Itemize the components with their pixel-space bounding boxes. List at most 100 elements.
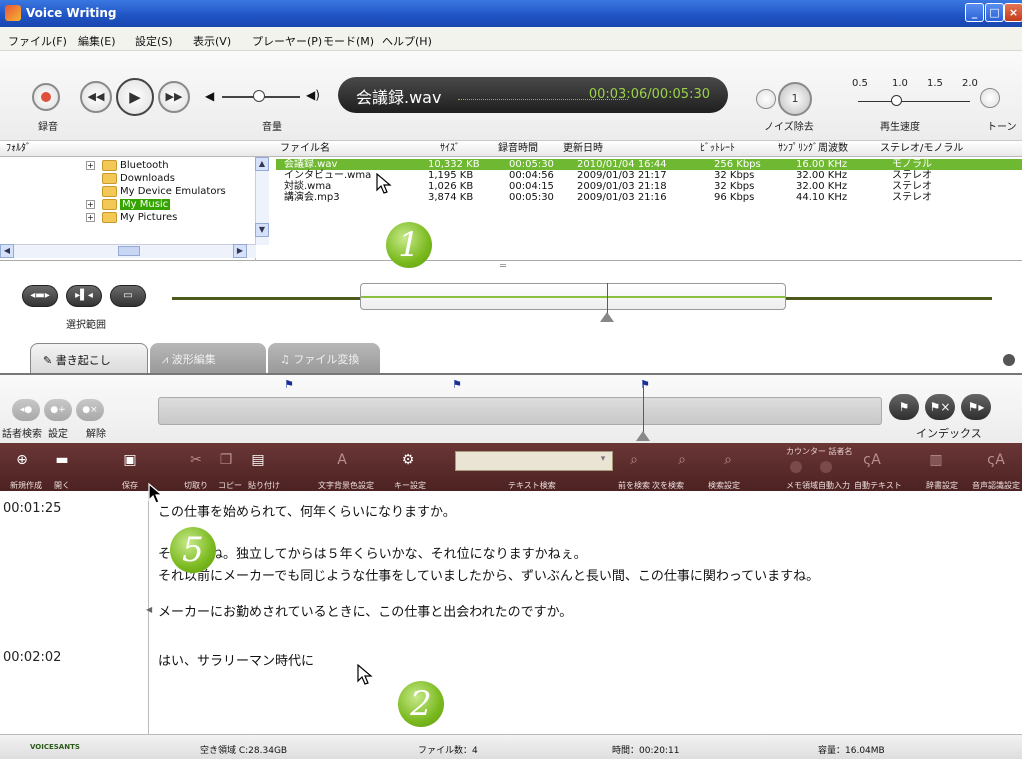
text-line[interactable]: はい、サラリーマン時代に [158, 650, 314, 669]
highlight-color-icon[interactable]: A [332, 451, 352, 469]
text-search-input[interactable]: ▾ [455, 451, 613, 471]
open-folder-icon[interactable]: ▬ [52, 451, 72, 469]
minimize-button[interactable]: _ [965, 3, 984, 22]
search-settings-icon[interactable]: ⌕ [718, 451, 738, 469]
close-button[interactable]: × [1004, 3, 1022, 22]
col-filename[interactable]: ファイル名 [280, 141, 330, 157]
tone-button[interactable] [980, 88, 1000, 108]
folder-downloads[interactable]: Downloads [98, 172, 175, 185]
range-panel: ═ ◂▬▸ ▸▌◂ ▭ 選択範囲 [0, 261, 1022, 341]
expand-icon[interactable]: + [86, 161, 95, 170]
speaker-search-button[interactable]: ◂● [12, 399, 40, 421]
search-prev-icon[interactable]: ⌕ [624, 451, 644, 469]
index-add-button[interactable]: ⚑ [889, 394, 919, 420]
col-length[interactable]: 録音時間 [498, 141, 538, 157]
index-flag-icon[interactable]: ⚑ [284, 378, 294, 391]
menu-mode[interactable]: モード(M) [323, 33, 374, 49]
voice-recognition-icon[interactable]: ςA [986, 451, 1006, 469]
search-next-icon[interactable]: ⌕ [672, 451, 692, 469]
folder-my-music[interactable]: My Music [98, 198, 171, 211]
range-window[interactable] [360, 283, 786, 310]
transcription-editor[interactable]: 00:01:25 00:02:02 この仕事を始められて、何年くらいになりますか… [0, 491, 1022, 734]
tab-transcription[interactable]: ✎ 書き起こし [30, 343, 148, 373]
record-button[interactable] [32, 83, 60, 111]
folder-my-pictures[interactable]: My Pictures [98, 211, 177, 224]
menu-edit[interactable]: 編集(E) [78, 33, 116, 49]
speed-slider-thumb[interactable] [891, 95, 902, 106]
scroll-down-icon[interactable]: ▼ [255, 223, 269, 237]
cut-icon[interactable]: ✂ [186, 451, 206, 469]
col-size[interactable]: ｻｲｽﾞ [440, 141, 460, 157]
file-name: 講演会.mp3 [284, 192, 340, 203]
copy-icon[interactable]: ❐ [216, 451, 236, 469]
speaker-set-button[interactable]: ●+ [44, 399, 72, 421]
text-line[interactable]: この仕事を始められて、何年くらいになりますか。 [158, 501, 456, 520]
speed-tick-0-5: 0.5 [852, 78, 868, 89]
scroll-left-icon[interactable]: ◀ [0, 244, 14, 258]
scroll-right-icon[interactable]: ▶ [233, 244, 247, 258]
noise-off-button[interactable] [756, 89, 776, 109]
expand-icon[interactable]: + [86, 213, 95, 222]
play-button[interactable]: ▶ [116, 78, 154, 116]
fast-forward-button[interactable]: ▶▶ [158, 81, 190, 113]
range-mark-button[interactable]: ▸▌◂ [66, 285, 102, 307]
folder-tree-hscroll[interactable]: ◀ ▶ [0, 244, 256, 258]
key-settings-icon[interactable]: ⚙ [398, 451, 418, 469]
col-frequency[interactable]: ｻﾝﾌﾟﾘﾝｸﾞ周波数 [778, 141, 848, 157]
col-date[interactable]: 更新日時 [563, 141, 603, 157]
new-document-icon[interactable]: ⊕ [12, 451, 32, 469]
range-clear-button[interactable]: ▭ [110, 285, 146, 307]
auto-text-icon[interactable]: ςA [862, 451, 882, 469]
panel-toggle-icon[interactable] [1003, 354, 1015, 366]
tab-waveform[interactable]: ⩘ 波形編集 [150, 343, 266, 373]
line-marker-icon: ◀ [146, 605, 153, 614]
file-row[interactable]: 会議録.wav 10,332 KB 00:05:30 2010/01/04 16:44… [276, 159, 1022, 170]
speaker-clear-button[interactable]: ●× [76, 399, 104, 421]
folder-tree-vscroll[interactable]: ▲ ▼ [255, 157, 269, 245]
counter-toggle[interactable] [790, 461, 802, 473]
menu-help[interactable]: ヘルプ(H) [382, 33, 432, 49]
save-icon[interactable]: ▣ [120, 451, 140, 469]
volume-slider-thumb[interactable] [253, 90, 265, 102]
dictionary-icon[interactable]: ▥ [926, 451, 946, 469]
index-jump-button[interactable]: ⚑▸ [961, 394, 991, 420]
folder-bluetooth[interactable]: Bluetooth [98, 159, 169, 172]
waveform-icon: ⩘ [162, 353, 172, 366]
range-start-button[interactable]: ◂▬▸ [22, 285, 58, 307]
rewind-button[interactable]: ◀◀ [80, 81, 112, 113]
range-window-track [361, 296, 785, 298]
timestamp[interactable]: 00:01:25 [3, 501, 61, 516]
menu-settings[interactable]: 設定(S) [135, 33, 173, 49]
playhead-handle-icon[interactable] [600, 312, 614, 322]
folder-icon [102, 186, 117, 197]
col-bitrate[interactable]: ﾋﾞｯﾄﾚｰﾄ [700, 141, 735, 157]
index-flag-icon[interactable]: ⚑ [640, 378, 650, 391]
text-line[interactable]: それ以前にメーカーでも同じような仕事をしていましたから、ずいぶんと長い間、この仕… [158, 565, 819, 584]
menu-player[interactable]: プレーヤー(P) [252, 33, 322, 49]
paste-icon[interactable]: ▤ [248, 451, 268, 469]
splitter-grip[interactable]: ═ [500, 261, 506, 272]
menu-file[interactable]: ファイル(F) [8, 33, 67, 49]
index-playhead-icon[interactable] [636, 431, 650, 441]
folder-device-emulators[interactable]: My Device Emulators [98, 185, 226, 198]
scroll-up-icon[interactable]: ▲ [255, 157, 269, 171]
speaker-toggle[interactable] [820, 461, 832, 473]
hscroll-thumb[interactable] [118, 246, 140, 256]
free-space: 空き領域 C:28.34GB [200, 746, 288, 756]
text-line[interactable]: メーカーにお勤めされているときに、この仕事と出会われたのですか。 [158, 601, 572, 620]
dropdown-arrow-icon[interactable]: ▾ [596, 454, 610, 468]
expand-icon[interactable]: + [86, 200, 95, 209]
index-track[interactable] [158, 397, 882, 425]
tab-file-convert[interactable]: ♫ ファイル変換 [268, 343, 380, 373]
timestamp[interactable]: 00:02:02 [3, 650, 61, 665]
index-delete-button[interactable]: ⚑× [925, 394, 955, 420]
col-channel[interactable]: ステレオ/モノラル [880, 141, 963, 157]
cut-label: 切取り [184, 481, 208, 490]
maximize-button[interactable]: □ [985, 3, 1004, 22]
speed-slider[interactable] [858, 101, 970, 102]
record-label: 録音 [38, 122, 58, 133]
menu-view[interactable]: 表示(V) [193, 33, 231, 49]
noise-reduction-knob[interactable]: 1 [778, 82, 812, 116]
index-flag-icon[interactable]: ⚑ [452, 378, 462, 391]
text-line[interactable]: そうですね。独立してからは５年くらいかな、それ位になりますかねぇ。 [158, 543, 587, 562]
